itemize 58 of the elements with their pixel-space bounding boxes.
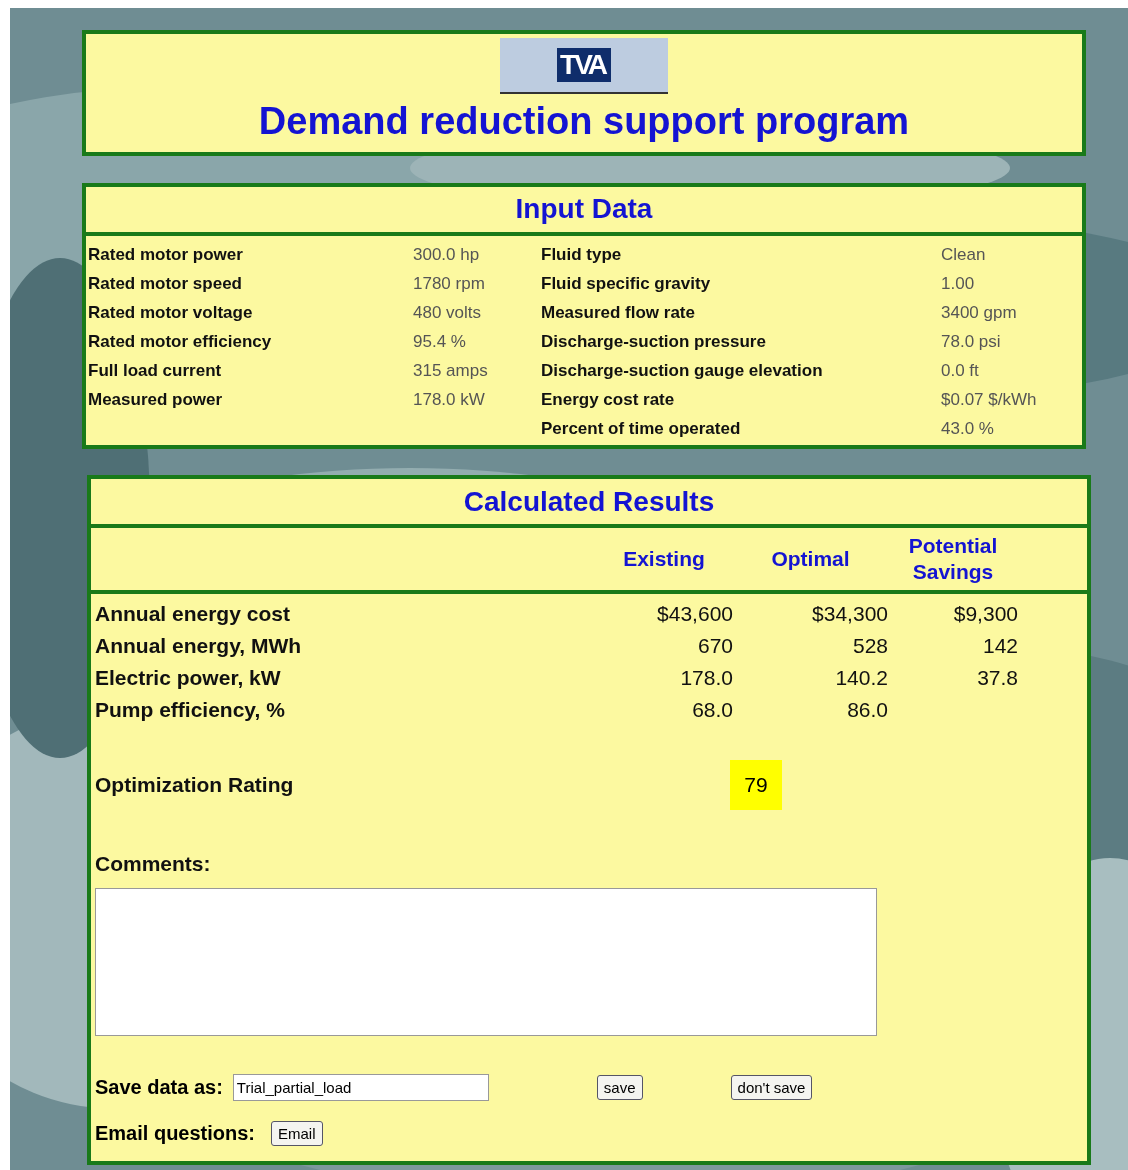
comments-label: Comments:: [95, 852, 211, 875]
field-label: Rated motor speed: [88, 273, 243, 295]
field-label: Fluid specific gravity: [541, 273, 712, 295]
field-value: 300.0 hp: [413, 245, 480, 264]
field-label: Measured flow rate: [541, 302, 696, 324]
row-label: Pump efficiency, %: [95, 698, 285, 721]
result-value: 670: [697, 634, 733, 657]
panel-title: Input Data: [86, 187, 1082, 236]
row-label: Annual energy, MWh: [95, 634, 302, 657]
field-value: 95.4 %: [413, 332, 466, 351]
dont-save-button[interactable]: don't save: [730, 1075, 813, 1100]
result-value: 142: [982, 634, 1018, 657]
result-value: 37.8: [977, 666, 1018, 689]
field-label: Energy cost rate: [541, 389, 676, 411]
field-label: Discharge-suction gauge elevation: [541, 360, 824, 382]
field-label: Percent of time operated: [541, 418, 742, 440]
result-value: 68.0: [692, 698, 733, 721]
field-label: Discharge-suction pressure: [541, 331, 767, 353]
field-value: $0.07 $/kWh: [941, 390, 1037, 409]
result-value: 528: [852, 634, 888, 657]
result-value: $34,300: [812, 602, 888, 625]
field-value: 1780 rpm: [413, 274, 485, 293]
field-label: Rated motor voltage: [88, 302, 254, 324]
filename-field[interactable]: Trial_partial_load: [232, 1074, 489, 1101]
panel-title: Calculated Results: [91, 479, 1087, 528]
field-label: Rated motor efficiency: [88, 331, 273, 353]
field-label: Measured power: [88, 389, 224, 411]
field-value: 43.0 %: [941, 419, 994, 438]
field-value: 78.0 psi: [941, 332, 1001, 351]
field-value: 0.0 ft: [941, 361, 979, 380]
field-label: Full load current: [88, 360, 223, 382]
comments-field[interactable]: [95, 888, 877, 1036]
field-value: 480 volts: [413, 303, 482, 322]
column-header: Potential Savings: [908, 534, 998, 583]
page-title: Demand reduction support program: [258, 100, 910, 143]
rating-value: 79: [730, 760, 782, 810]
rating-label: Optimization Rating: [95, 773, 294, 796]
save-label: Save data as:: [95, 1076, 223, 1099]
result-value: 178.0: [680, 666, 733, 689]
email-button[interactable]: Email: [271, 1121, 323, 1146]
result-value: $43,600: [657, 602, 733, 625]
result-value: $9,300: [953, 602, 1018, 625]
field-value: Clean: [941, 245, 986, 264]
field-value: 3400 gpm: [941, 303, 1017, 322]
field-label: Fluid type: [541, 244, 623, 266]
column-header: Optimal: [771, 547, 850, 570]
save-button[interactable]: save: [596, 1075, 643, 1100]
field-value: 178.0 kW: [413, 390, 485, 409]
email-label: Email questions:: [95, 1122, 256, 1145]
row-label: Annual energy cost: [95, 602, 290, 625]
field-value: 1.00: [941, 274, 975, 293]
logo: TVA: [500, 38, 668, 94]
field-label: Rated motor power: [88, 244, 244, 266]
field-value: 315 amps: [413, 361, 488, 380]
result-value: 86.0: [847, 698, 888, 721]
result-value: 140.2: [835, 666, 888, 689]
row-label: Electric power, kW: [95, 666, 281, 689]
column-header: Existing: [623, 547, 705, 570]
